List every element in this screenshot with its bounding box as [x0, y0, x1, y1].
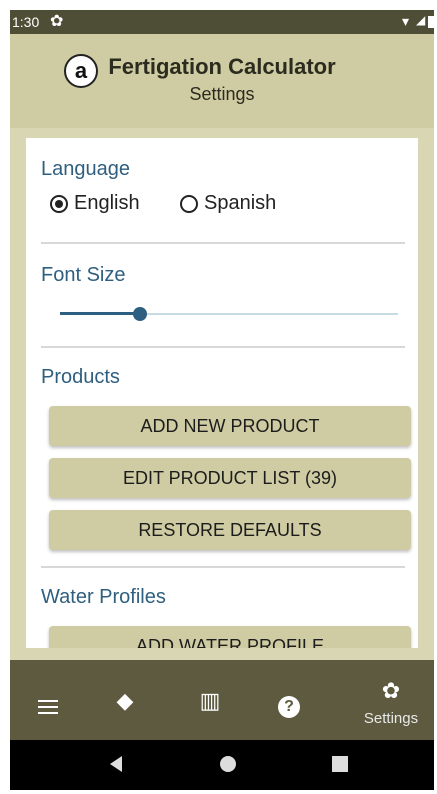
edit-product-list-button[interactable]: EDIT PRODUCT LIST (39) [49, 458, 411, 498]
radio-spanish-label: Spanish [204, 192, 277, 214]
radio-english-label: English [74, 192, 140, 214]
divider [41, 566, 405, 568]
radio-unchecked-icon[interactable] [180, 194, 198, 213]
font-size-slider[interactable] [60, 306, 398, 322]
font-size-title: Font Size [41, 264, 126, 286]
nav-item-layers[interactable]: ◆ [105, 660, 145, 740]
slider-fill [60, 312, 140, 315]
slider-thumb[interactable] [133, 307, 147, 321]
content-area: Language English Spanish Font Size Produ… [10, 128, 434, 660]
gear-icon: ✿ [50, 13, 64, 30]
recent-apps-icon[interactable] [332, 756, 348, 772]
divider [41, 242, 405, 244]
book-icon[interactable]: ▥ [190, 688, 230, 714]
system-navigation [10, 740, 434, 790]
radio-spanish[interactable]: Spanish [180, 192, 276, 215]
radio-english[interactable]: English [50, 192, 140, 215]
water-profiles-title: Water Profiles [41, 586, 166, 608]
home-icon[interactable] [220, 756, 236, 772]
back-icon[interactable] [110, 756, 122, 772]
gear-icon[interactable]: ✿ [356, 678, 426, 704]
menu-icon[interactable] [38, 700, 58, 714]
language-title: Language [41, 158, 130, 180]
add-new-product-button[interactable]: ADD NEW PRODUCT [49, 406, 411, 446]
nav-item-settings[interactable]: ✿ Settings [356, 660, 426, 740]
products-title: Products [41, 366, 120, 388]
bottom-navigation: ◆ ▥ ? ✿ Settings [10, 660, 434, 740]
settings-card[interactable]: Language English Spanish Font Size Produ… [26, 138, 418, 648]
signal-icon: ◢ [416, 13, 426, 27]
page-subtitle: Settings [189, 84, 255, 104]
app-title: Fertigation Calculator [108, 54, 336, 79]
status-time: 1:30 [12, 14, 40, 30]
phone-screen: 1:30 ✿ ▾ ◢ a Fertigation Calculator Sett… [10, 10, 434, 790]
wifi-icon: ▾ [402, 13, 410, 29]
app-header: a Fertigation Calculator Settings [10, 34, 434, 128]
divider [41, 346, 405, 348]
help-icon[interactable]: ? [278, 696, 300, 718]
nav-settings-label: Settings [363, 710, 419, 727]
add-water-profile-button[interactable]: ADD WATER PROFILE [49, 626, 411, 648]
layers-icon[interactable]: ◆ [105, 688, 145, 714]
status-bar: 1:30 ✿ ▾ ◢ [10, 10, 434, 34]
radio-checked-icon[interactable] [50, 194, 68, 213]
nav-item-book[interactable]: ▥ [190, 660, 230, 740]
battery-icon [428, 16, 434, 28]
restore-defaults-button[interactable]: RESTORE DEFAULTS [49, 510, 411, 550]
